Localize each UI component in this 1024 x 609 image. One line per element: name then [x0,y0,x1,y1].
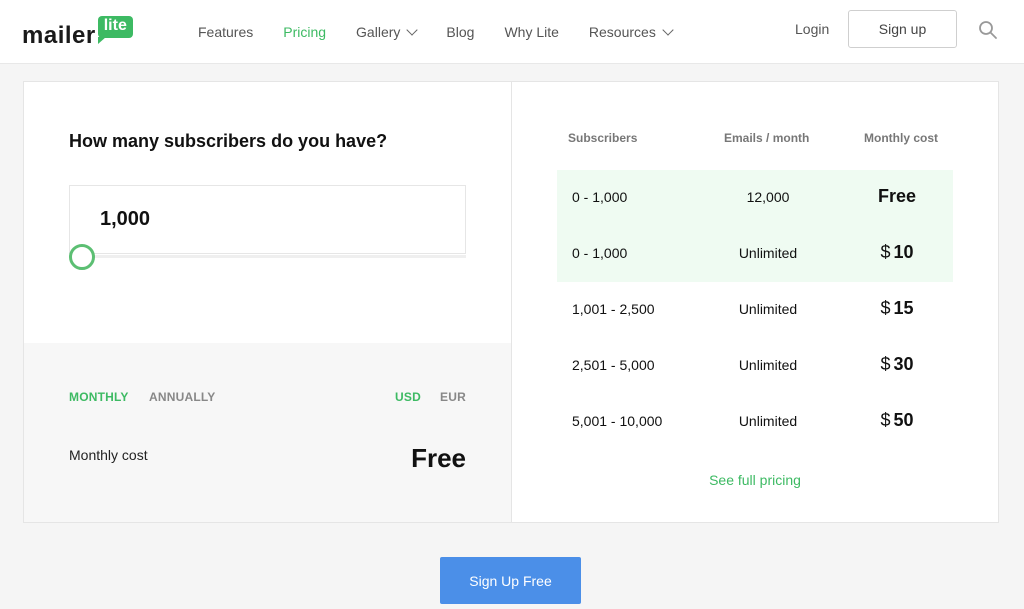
nav-gallery[interactable]: Gallery [356,24,419,40]
see-full-pricing-link[interactable]: See full pricing [512,472,998,488]
column-header-subscribers: Subscribers [568,131,638,145]
nav-why-lite[interactable]: Why Lite [504,24,558,40]
login-link[interactable]: Login [795,21,829,37]
row-subscribers: 1,001 - 2,500 [572,301,655,317]
row-currency: $ [880,298,891,318]
table-row: 2,501 - 5,000 Unlimited $30 [557,338,953,394]
subscriber-count-field[interactable]: 1,000 [69,185,466,254]
pricing-calculator-card: How many subscribers do you have? 1,000 … [23,81,999,523]
nav-features-label: Features [198,24,254,40]
monthly-cost-label: Monthly cost [69,447,148,463]
row-subscribers: 5,001 - 10,000 [572,413,663,429]
column-header-emails: Emails / month [724,131,810,145]
row-emails: Unlimited [738,413,798,429]
calculator-panel: How many subscribers do you have? 1,000 … [24,82,512,522]
table-row: 5,001 - 10,000 Unlimited $50 [557,394,953,450]
nav-resources[interactable]: Resources [588,24,674,40]
chevron-down-icon [662,24,674,36]
cost-summary-section: MONTHLY ANNUALLY USD EUR Monthly cost Fr… [24,343,511,522]
nav-blog[interactable]: Blog [446,24,474,40]
row-cost-value: 10 [893,242,914,262]
signup-button[interactable]: Sign up [848,10,957,48]
row-emails: Unlimited [738,245,798,261]
subscriber-question: How many subscribers do you have? [69,131,388,151]
nav-gallery-label: Gallery [356,24,401,40]
row-subscribers: 2,501 - 5,000 [572,357,655,373]
row-emails: Unlimited [738,301,798,317]
row-currency: $ [880,242,891,262]
row-currency: $ [880,354,891,374]
table-row: 0 - 1,000 Unlimited $10 [557,226,953,282]
nav-blog-label: Blog [446,24,475,40]
mailerlite-logo[interactable]: mailer lite [22,12,133,48]
monthly-cost-value: Free [411,443,466,473]
logo-badge: lite [97,16,133,44]
subscriber-slider-track[interactable] [69,255,466,258]
row-cost-value: 50 [893,410,914,430]
nav-features[interactable]: Features [198,24,253,40]
row-cost: $30 [857,354,937,375]
row-cost: $15 [857,298,937,319]
billing-monthly-toggle[interactable]: MONTHLY [69,390,129,404]
row-cost-value: Free [877,186,917,206]
row-currency: $ [880,410,891,430]
subscriber-input-section: How many subscribers do you have? 1,000 [24,82,511,343]
sign-up-free-button[interactable]: Sign Up Free [440,557,581,604]
row-emails: 12,000 [746,189,790,205]
table-row: 0 - 1,000 12,000 Free [557,170,953,226]
site-header: mailer lite Features Pricing Gallery Blo… [0,0,1024,64]
subscriber-count-value: 1,000 [100,208,151,230]
nav-why-lite-label: Why Lite [504,24,559,40]
billing-annually-toggle[interactable]: ANNUALLY [149,390,216,404]
subscriber-slider-handle[interactable] [69,244,95,270]
nav-resources-label: Resources [588,24,656,40]
column-header-cost: Monthly cost [864,131,938,145]
main-nav: Features Pricing Gallery Blog Why Lite R… [198,0,702,64]
currency-eur-toggle[interactable]: EUR [440,390,466,404]
row-subscribers: 0 - 1,000 [572,245,628,261]
row-cost-value: 15 [893,298,914,318]
row-cost-value: 30 [893,354,914,374]
nav-pricing[interactable]: Pricing [283,24,326,40]
logo-text: mailer [22,22,96,49]
row-emails: Unlimited [738,357,798,373]
chevron-down-icon [406,24,419,36]
currency-usd-toggle[interactable]: USD [395,390,421,404]
row-cost: $10 [857,242,937,263]
search-icon[interactable] [978,20,998,40]
pricing-table: Subscribers Emails / month Monthly cost … [512,82,998,522]
row-cost: Free [857,186,937,207]
table-row: 1,001 - 2,500 Unlimited $15 [557,282,953,338]
row-cost: $50 [857,410,937,431]
nav-pricing-label: Pricing [283,24,327,40]
row-subscribers: 0 - 1,000 [572,189,628,205]
